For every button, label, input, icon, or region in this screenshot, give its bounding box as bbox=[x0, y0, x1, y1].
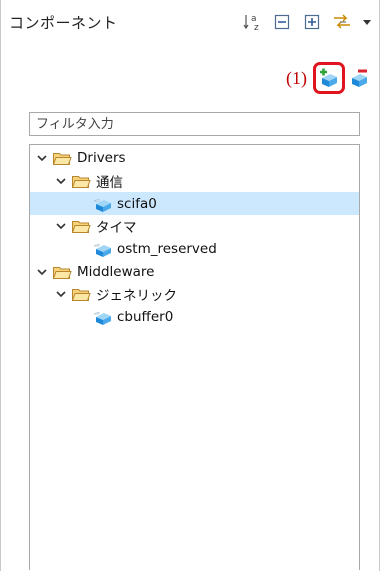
component-tree: Drivers 通信 scifa0 タイマ ostm_reserved Midd… bbox=[29, 144, 360, 570]
tree-item-label: Drivers bbox=[77, 150, 126, 167]
tree-folder-middleware[interactable]: Middleware bbox=[30, 260, 359, 283]
tree-folder-generic[interactable]: ジェネリック bbox=[30, 283, 359, 306]
tree-folder-communication[interactable]: 通信 bbox=[30, 170, 359, 193]
tree-item-label: ジェネリック bbox=[96, 288, 177, 305]
chevron-down-icon[interactable] bbox=[35, 151, 49, 165]
tree-component-scifa0[interactable]: scifa0 bbox=[30, 192, 359, 216]
add-component-button[interactable] bbox=[313, 62, 345, 94]
view-menu-dropdown-icon[interactable] bbox=[361, 11, 373, 33]
tree-item-label: scifa0 bbox=[117, 195, 157, 212]
component-actions: (1) bbox=[286, 62, 371, 94]
filter-input[interactable] bbox=[29, 112, 360, 136]
chevron-down-icon[interactable] bbox=[35, 265, 49, 279]
add-component-icon bbox=[320, 68, 337, 87]
component-icon bbox=[92, 195, 112, 213]
folder-open-icon bbox=[52, 264, 72, 280]
chevron-down-icon[interactable] bbox=[54, 174, 68, 188]
tree-folder-timer[interactable]: タイマ bbox=[30, 215, 359, 238]
folder-open-icon bbox=[71, 286, 91, 302]
tree-component-ostm-reserved[interactable]: ostm_reserved bbox=[30, 238, 359, 261]
folder-open-icon bbox=[71, 173, 91, 189]
svg-text:z: z bbox=[254, 23, 259, 32]
folder-open-icon bbox=[52, 150, 72, 166]
panel-header: コンポーネント a z bbox=[1, 0, 379, 42]
tree-folder-drivers[interactable]: Drivers bbox=[30, 147, 359, 170]
component-icon bbox=[92, 308, 112, 326]
expand-all-icon[interactable] bbox=[301, 11, 323, 33]
tree-component-cbuffer0[interactable]: cbuffer0 bbox=[30, 306, 359, 329]
sort-alphabetical-icon[interactable]: a z bbox=[241, 11, 263, 33]
tree-item-label: ostm_reserved bbox=[117, 241, 217, 258]
step-callout-label: (1) bbox=[286, 67, 307, 88]
tree-item-label: cbuffer0 bbox=[117, 309, 174, 326]
tree-item-label: Middleware bbox=[77, 263, 155, 280]
collapse-all-icon[interactable] bbox=[271, 11, 293, 33]
chevron-down-icon[interactable] bbox=[54, 287, 68, 301]
components-panel: コンポーネント a z (1) フィルタ入力 Drivers 通信 scifa0… bbox=[0, 0, 380, 571]
remove-component-icon bbox=[352, 69, 367, 87]
remove-component-button[interactable] bbox=[347, 65, 371, 91]
tree-item-label: タイマ bbox=[96, 220, 137, 237]
component-icon bbox=[92, 240, 112, 258]
tree-item-label: 通信 bbox=[96, 175, 123, 192]
chevron-down-icon[interactable] bbox=[54, 219, 68, 233]
filter-arrows-icon[interactable] bbox=[331, 11, 353, 33]
folder-open-icon bbox=[71, 218, 91, 234]
panel-title: コンポーネント bbox=[9, 14, 118, 32]
header-toolbar: a z bbox=[241, 11, 373, 33]
